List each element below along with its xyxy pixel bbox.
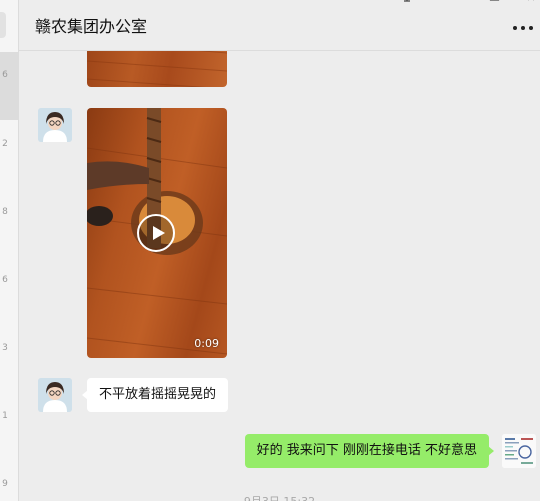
list-item-time-fragment: 6 [2, 70, 8, 80]
chat-title: 赣农集团办公室 [35, 17, 148, 36]
contact-avatar[interactable] [38, 378, 72, 412]
chat-header: 赣农集团办公室 [19, 0, 540, 51]
list-item-time-fragment: 2 [2, 139, 8, 149]
image-message[interactable] [87, 51, 227, 87]
message-timestamp: 9月3日 15:32 [19, 493, 540, 501]
contact-avatar[interactable] [38, 108, 72, 142]
pin-icon[interactable] [401, 0, 413, 9]
video-message[interactable]: 0:09 [87, 108, 227, 358]
maximize-icon[interactable] [489, 0, 501, 9]
outgoing-message[interactable]: 好的 我来问下 刚刚在接电话 不好意思 [244, 434, 495, 468]
list-item-time-fragment: 3 [2, 343, 8, 353]
list-item-time-fragment: 1 [2, 411, 8, 421]
incoming-message[interactable]: 不平放着摇摇晃晃的 [81, 378, 229, 412]
list-item-time-fragment: 6 [2, 275, 8, 285]
list-item-time-fragment: 8 [2, 207, 8, 217]
close-icon[interactable] [527, 0, 539, 9]
chat-list-strip: 6 2 8 6 3 1 9 [0, 0, 19, 501]
my-avatar[interactable] [502, 434, 536, 468]
list-item-time-fragment: 9 [2, 479, 8, 489]
play-icon[interactable] [137, 214, 175, 252]
more-icon[interactable] [512, 22, 534, 34]
active-chat-item[interactable] [0, 52, 18, 120]
video-duration: 0:09 [194, 337, 219, 350]
message-list[interactable]: 0:09 不平放着摇摇晃晃的 好的 我来问下 刚刚在接电话 不好意思 9 [19, 51, 540, 501]
search-box-edge[interactable] [0, 12, 6, 38]
